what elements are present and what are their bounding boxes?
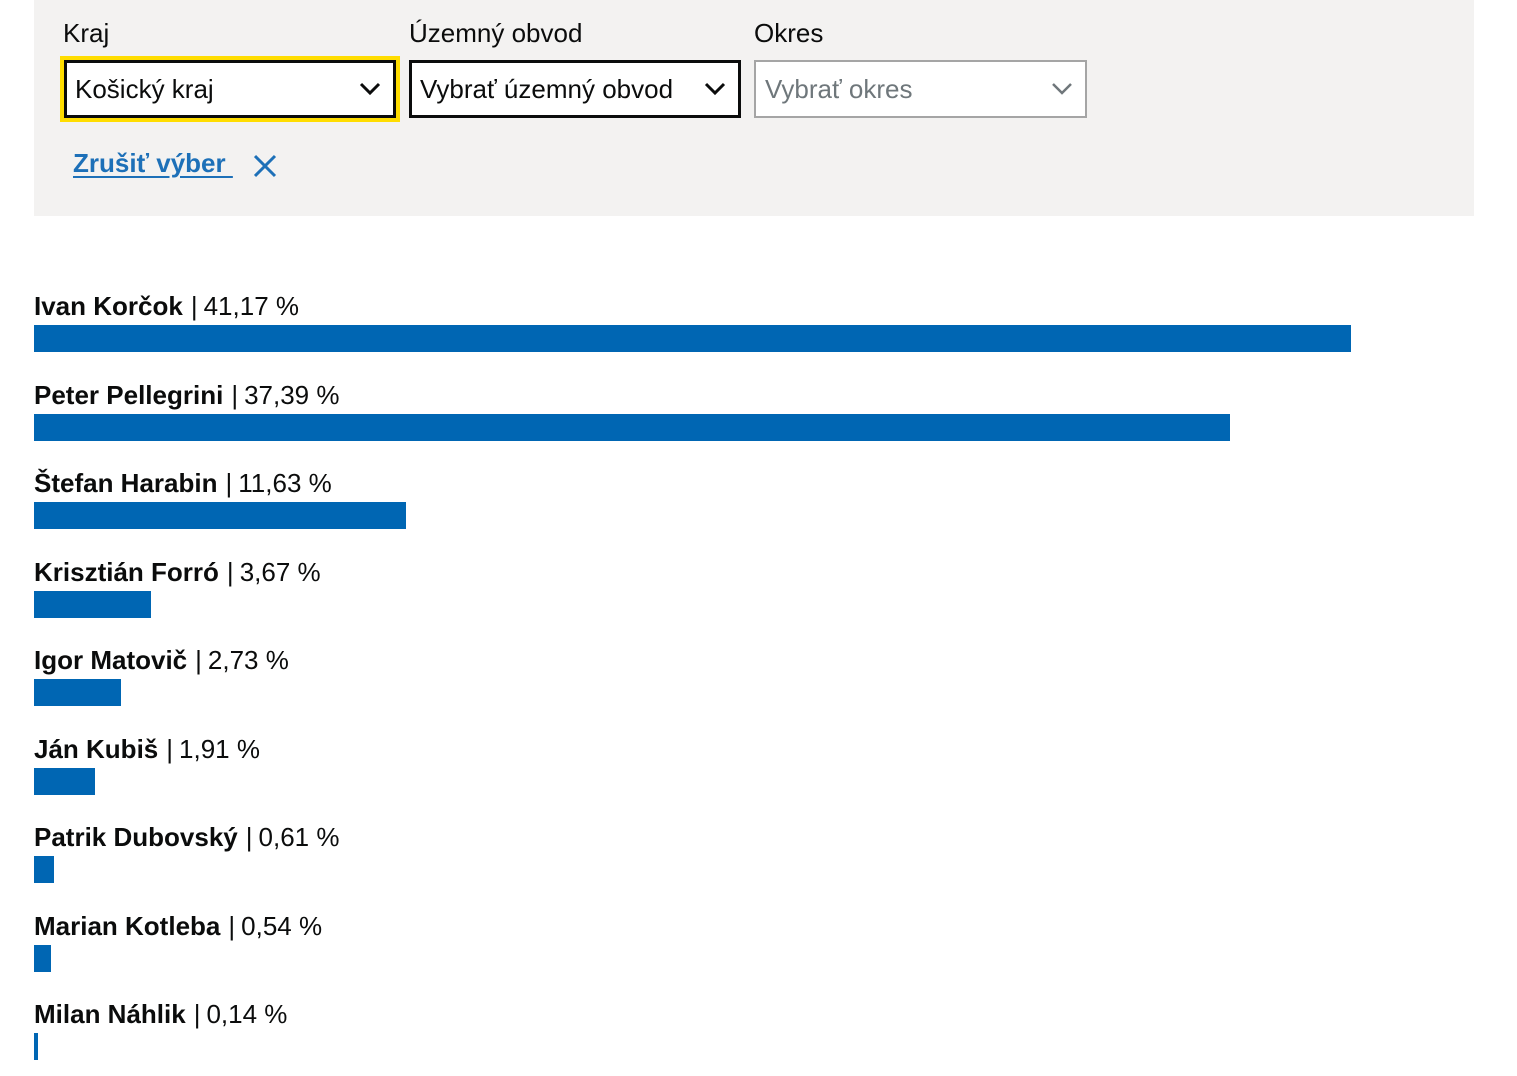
separator: | — [228, 911, 236, 941]
candidate-percent: 0,14 % — [206, 999, 288, 1029]
candidate-percent: 0,54 % — [241, 911, 323, 941]
clear-selection-link[interactable]: Zrušiť výber — [73, 148, 233, 179]
separator: | — [225, 468, 233, 498]
separator: | — [193, 999, 201, 1029]
chevron-down-icon — [1052, 83, 1072, 95]
candidate-name: Igor Matovič — [34, 645, 188, 675]
chevron-down-icon — [359, 82, 381, 96]
separator: | — [166, 734, 174, 764]
chevron-down-icon — [704, 82, 726, 96]
candidate-label: Patrik Dubovský | 0,61 % — [34, 811, 339, 863]
district-label: Územný obvod — [409, 18, 583, 48]
candidate-label: Marian Kotleba | 0,54 % — [34, 900, 322, 952]
candidate-percent: 37,39 % — [244, 380, 340, 410]
candidate-name: Štefan Harabin — [34, 468, 218, 498]
result-bar — [34, 856, 54, 883]
result-bar — [34, 325, 1351, 352]
close-icon[interactable] — [253, 154, 277, 178]
district-select-placeholder: Vybrať územný obvod — [420, 73, 674, 104]
result-bar — [34, 1033, 38, 1060]
result-bar — [34, 502, 406, 529]
region-label: Kraj — [63, 18, 110, 48]
candidate-name: Ivan Korčok — [34, 291, 183, 321]
candidate-percent: 0,61 % — [258, 822, 340, 852]
separator: | — [231, 380, 239, 410]
filter-panel: Kraj Košický kraj Územný obvod Vybrať úz… — [34, 0, 1474, 216]
district-select[interactable]: Vybrať územný obvod — [409, 60, 741, 118]
separator: | — [190, 291, 198, 321]
candidate-name: Patrik Dubovský — [34, 822, 238, 852]
result-bar — [34, 945, 51, 972]
result-bar — [34, 414, 1230, 441]
county-label: Okres — [754, 18, 824, 48]
region-select[interactable]: Košický kraj — [60, 56, 400, 122]
candidate-name: Milan Náhlik — [34, 999, 186, 1029]
candidate-percent: 41,17 % — [203, 291, 299, 321]
separator: | — [195, 645, 202, 675]
region-select-value: Košický kraj — [75, 73, 214, 104]
candidate-percent: 1,91 % — [179, 734, 260, 764]
candidate-percent: 3,67 % — [239, 557, 321, 587]
separator: | — [226, 557, 234, 587]
county-select-placeholder: Vybrať okres — [765, 73, 913, 104]
candidate-name: Krisztián Forró — [34, 557, 219, 587]
candidate-name: Peter Pellegrini — [34, 380, 224, 410]
candidate-percent: 11,63 % — [238, 468, 332, 498]
result-bar — [34, 679, 121, 706]
candidate-name: Marian Kotleba — [34, 911, 221, 941]
result-bar — [34, 591, 151, 618]
candidate-percent: 2,73 % — [207, 645, 289, 675]
separator: | — [245, 822, 253, 852]
result-bar — [34, 768, 95, 795]
candidate-label: Milan Náhlik | 0,14 % — [34, 988, 287, 1040]
county-select[interactable]: Vybrať okres — [754, 60, 1087, 118]
candidate-name: Ján Kubiš — [34, 734, 159, 764]
